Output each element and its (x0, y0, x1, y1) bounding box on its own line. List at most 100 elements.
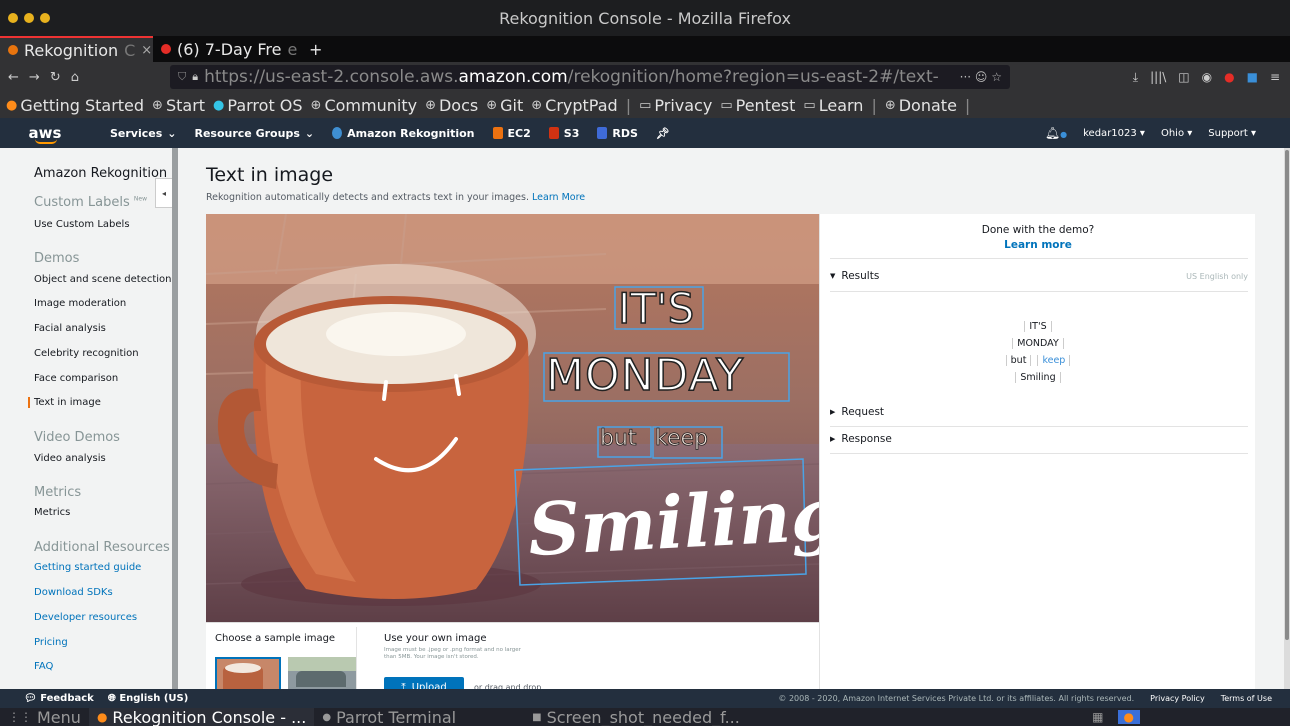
bookmark-docs[interactable]: ⊕ Docs (425, 96, 478, 115)
home-icon[interactable]: ⌂ (71, 70, 79, 85)
menu-icon: ⋮⋮ (8, 710, 32, 724)
privacy-policy-link[interactable]: Privacy Policy (1150, 694, 1205, 703)
sample-image-car[interactable] (288, 657, 356, 691)
request-section-toggle[interactable]: ▶ Request (830, 406, 1248, 418)
firefox-tray-icon[interactable]: ● (1117, 710, 1140, 724)
region-menu[interactable]: Ohio ▾ (1161, 128, 1192, 139)
bookmark-git[interactable]: ⊕ Git (486, 96, 523, 115)
sidebar-link-pricing[interactable]: Pricing (34, 637, 68, 648)
results-panel: Done with the demo? Learn more ▼ Results… (819, 214, 1255, 689)
extension-icon[interactable]: ◉ (1202, 70, 1212, 85)
sidebar-item-face-comparison[interactable]: Face comparison (34, 373, 118, 384)
page-scrollbar-thumb[interactable] (1285, 150, 1289, 640)
sidebar: Amazon Rekognition Custom Labels New Use… (0, 148, 172, 689)
tab-bar: Rekognition C × (6) 7-Day Free × + (0, 36, 1290, 62)
shortcut-rds[interactable]: RDS (597, 127, 638, 140)
bookmark-getting-started[interactable]: ● Getting Started (6, 96, 144, 115)
sidebar-section-video-demos: Video Demos (34, 430, 120, 445)
page-subtitle: Rekognition automatically detects and ex… (206, 192, 586, 203)
sidebar-item-image-moderation[interactable]: Image moderation (34, 298, 126, 309)
collapse-sidebar-button[interactable]: ◂ (155, 178, 172, 208)
bookmark-donate[interactable]: ⊕ Donate (885, 96, 957, 115)
panel-divider (356, 627, 357, 690)
sidebar-item-text-in-image[interactable]: Text in image (28, 397, 101, 408)
sample-image-label: Choose a sample image (215, 633, 336, 644)
os-taskbar: ⋮⋮ Menu ● Rekognition Console - ... ● Parro… (0, 708, 1290, 726)
sidebar-item-use-custom-labels[interactable]: Use Custom Labels (34, 219, 130, 230)
navigation-toolbar: ← → ↻ ⌂ ⛉ 🔒︎ https://us-east-2.console.a… (0, 62, 1290, 92)
bookmark-parrot-os[interactable]: ● Parrot OS (213, 96, 303, 115)
globe-icon: ⊕ (310, 97, 322, 113)
bell-icon[interactable]: 🔔︎● (1045, 126, 1067, 140)
globe-icon: ⊕ (425, 97, 436, 113)
language-note: US English only (1186, 271, 1248, 281)
learn-more-link[interactable]: Learn More (532, 192, 585, 203)
results-section-toggle[interactable]: ▼ Results US English only (830, 270, 1248, 282)
shortcut-ec2[interactable]: EC2 (492, 127, 531, 140)
sidebar-item-metrics[interactable]: Metrics (34, 507, 70, 518)
keyboard-icon[interactable]: ▦ (1092, 710, 1103, 724)
demo-image: IT'S MONDAY but keep Smiling (206, 214, 819, 622)
aws-logo[interactable]: aws (0, 124, 90, 144)
folder-icon: ▭ (803, 97, 816, 113)
pin-icon[interactable]: 📌︎ (656, 127, 670, 140)
tab-rekognition[interactable]: Rekognition C × (0, 36, 153, 62)
support-menu[interactable]: Support ▾ (1208, 128, 1256, 139)
sidebar-link-developer-resources[interactable]: Developer resources (34, 612, 137, 623)
page-actions-icon[interactable]: ··· ☺ ☆ (960, 70, 1002, 84)
bookmark-cryptpad[interactable]: ⊕ CryptPad (531, 96, 617, 115)
sidebar-link-getting-started[interactable]: Getting started guide (34, 562, 141, 573)
taskbar-firefox[interactable]: ● Rekognition Console - ... (88, 708, 315, 726)
tab-youtube[interactable]: (6) 7-Day Free × (153, 36, 301, 62)
sidebar-toggle-icon[interactable]: ◫ (1178, 70, 1189, 85)
forward-icon[interactable]: → (29, 70, 40, 85)
image-text-but: but (600, 426, 637, 452)
library-icon[interactable]: |||\ (1150, 70, 1166, 85)
taskbar-file-manager[interactable]: ■ Screen_shot_needed_f... (524, 708, 748, 726)
firefox-icon: ● (6, 97, 18, 113)
url-bar[interactable]: ⛉ 🔒︎ https://us-east-2.console.aws.amazo… (170, 65, 1010, 89)
rekognition-icon (332, 127, 343, 139)
sidebar-title: Amazon Rekognition (34, 166, 168, 181)
window-controls[interactable] (8, 13, 50, 23)
sidebar-item-object-scene[interactable]: Object and scene detection (34, 274, 172, 285)
bookmark-community[interactable]: ⊕ Community (311, 96, 418, 115)
window-title: Rekognition Console - Mozilla Firefox (499, 8, 791, 28)
downloads-icon[interactable]: ⤓ (1133, 70, 1138, 85)
taskbar-menu[interactable]: ⋮⋮ Menu (0, 708, 89, 726)
taskbar-terminal[interactable]: ● Parrot Terminal (314, 708, 464, 726)
shortcut-rekognition[interactable]: Amazon Rekognition (332, 127, 475, 140)
aws-footer: 💬︎ Feedback 🌐︎ English (US) © 2008 - 202… (0, 689, 1290, 708)
feedback-button[interactable]: 💬︎ Feedback (24, 693, 94, 704)
sample-image-coffee[interactable] (215, 657, 281, 691)
bookmark-start[interactable]: ⊕ Start (152, 96, 205, 115)
sidebar-section-demos: Demos (34, 251, 80, 266)
sidebar-item-facial-analysis[interactable]: Facial analysis (34, 323, 106, 334)
extension-icon[interactable]: ● (1224, 70, 1234, 85)
sidebar-link-download-sdks[interactable]: Download SDKs (34, 587, 113, 598)
reload-icon[interactable]: ↻ (50, 70, 61, 85)
extension-icon[interactable]: ■ (1247, 70, 1258, 85)
bookmark-learn[interactable]: ▭ Learn (803, 96, 863, 115)
result-word[interactable]: Smiling (1015, 372, 1061, 383)
new-tab-button[interactable]: + (301, 36, 330, 62)
bookmark-privacy[interactable]: ▭ Privacy (639, 96, 712, 115)
sidebar-item-celebrity-recognition[interactable]: Celebrity recognition (34, 348, 139, 359)
bookmark-pentest[interactable]: ▭ Pentest (720, 96, 795, 115)
resource-groups-menu[interactable]: Resource Groups ⌄ (195, 127, 315, 140)
account-menu[interactable]: kedar1023 ▾ (1083, 128, 1145, 139)
lock-icon: 🔒︎ (192, 70, 199, 83)
terms-of-use-link[interactable]: Terms of Use (1221, 694, 1272, 703)
response-section-toggle[interactable]: ▶ Response (830, 433, 1248, 445)
shortcut-s3[interactable]: S3 (548, 127, 579, 140)
menu-icon[interactable]: ≡ (1270, 70, 1280, 85)
sidebar-link-faq[interactable]: FAQ (34, 661, 53, 672)
sidebar-item-video-analysis[interactable]: Video analysis (34, 453, 106, 464)
tab-close-icon[interactable]: × (141, 43, 152, 58)
window-titlebar: Rekognition Console - Mozilla Firefox (0, 0, 1290, 36)
back-icon[interactable]: ← (8, 70, 19, 85)
language-button[interactable]: 🌐︎ English (US) (108, 693, 188, 704)
tab-label-fade: C (124, 40, 136, 60)
learn-more-link[interactable]: Learn more (820, 239, 1256, 251)
services-menu[interactable]: Services ⌄ (110, 127, 177, 140)
